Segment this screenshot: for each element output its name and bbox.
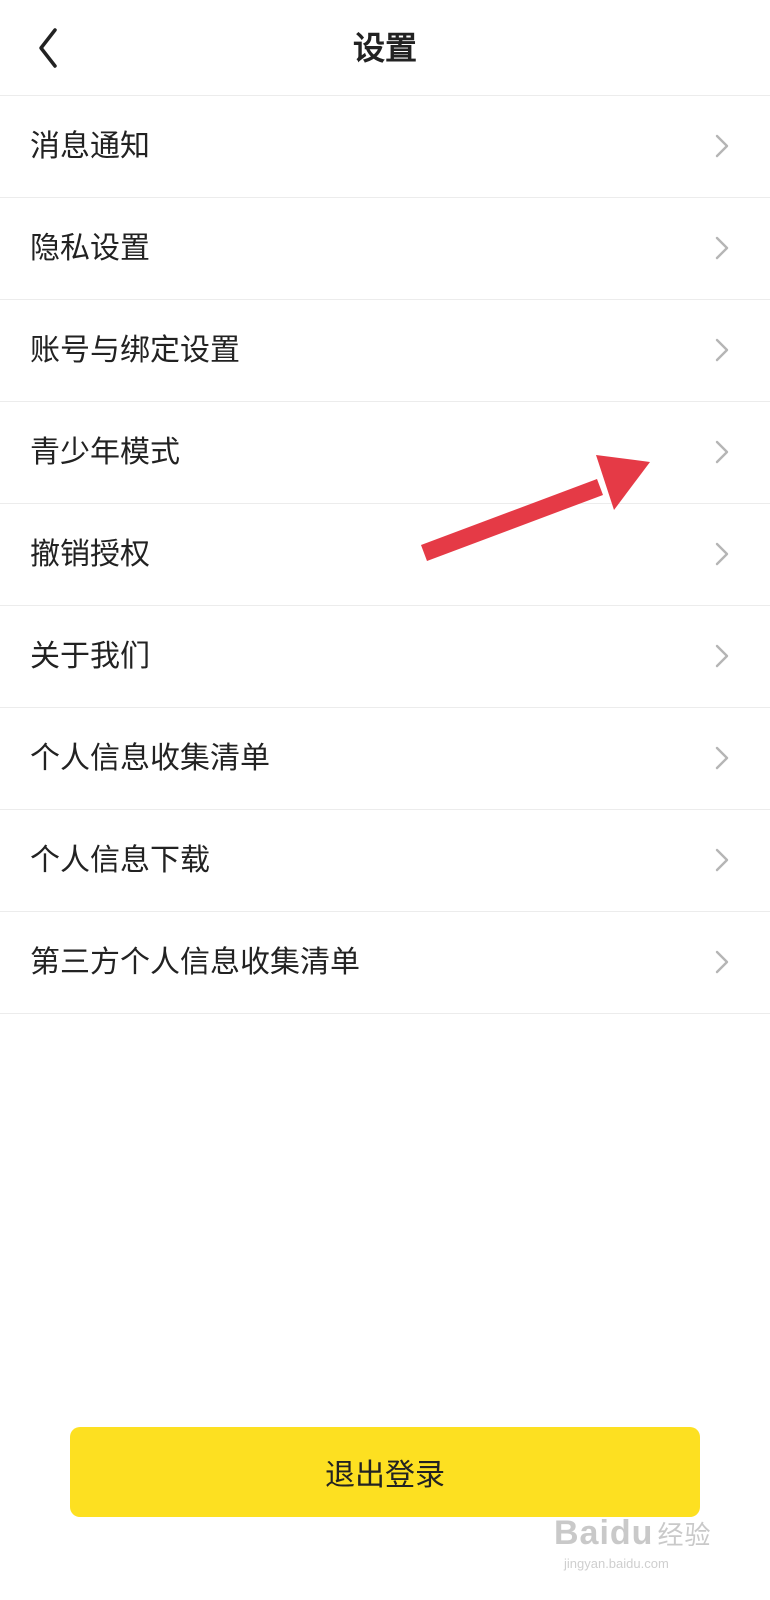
page-title: 设置 — [352, 29, 417, 67]
settings-item-revoke-authorization[interactable]: 撤销授权 — [0, 504, 770, 606]
settings-item-teen-mode[interactable]: 青少年模式 — [0, 402, 770, 504]
chevron-right-icon — [714, 234, 730, 262]
settings-item-account-binding[interactable]: 账号与绑定设置 — [0, 300, 770, 402]
navigation-bar: 设置 — [0, 0, 770, 96]
watermark-brand-cn: 经验 — [657, 1520, 712, 1550]
logout-button[interactable]: 退出登录 — [70, 1427, 700, 1517]
settings-item-notifications[interactable]: 消息通知 — [0, 96, 770, 198]
settings-item-label: 个人信息收集清单 — [30, 741, 270, 776]
settings-item-personal-info-list[interactable]: 个人信息收集清单 — [0, 708, 770, 810]
settings-item-label: 青少年模式 — [30, 435, 180, 470]
chevron-right-icon — [714, 540, 730, 568]
settings-item-label: 消息通知 — [30, 129, 150, 164]
chevron-right-icon — [714, 948, 730, 976]
settings-item-label: 第三方个人信息收集清单 — [30, 945, 360, 980]
settings-list: 消息通知 隐私设置 账号与绑定设置 青少年模式 撤销授权 关于我们 个人信息收集… — [0, 96, 770, 1014]
settings-item-label: 关于我们 — [30, 639, 150, 674]
chevron-right-icon — [714, 642, 730, 670]
chevron-right-icon — [714, 132, 730, 160]
settings-item-personal-info-download[interactable]: 个人信息下载 — [0, 810, 770, 912]
settings-item-privacy[interactable]: 隐私设置 — [0, 198, 770, 300]
watermark: Baidu 经验 jingyan.baidu.com — [554, 1514, 734, 1574]
watermark-url: jingyan.baidu.com — [564, 1556, 669, 1571]
chevron-right-icon — [714, 744, 730, 772]
settings-item-label: 撤销授权 — [30, 537, 150, 572]
settings-item-label: 个人信息下载 — [30, 843, 210, 878]
watermark-brand: Baidu — [554, 1514, 654, 1552]
settings-item-label: 账号与绑定设置 — [30, 333, 240, 368]
watermark-logo: Baidu 经验 — [554, 1514, 711, 1553]
chevron-right-icon — [714, 336, 730, 364]
settings-item-third-party-info-list[interactable]: 第三方个人信息收集清单 — [0, 912, 770, 1014]
chevron-right-icon — [714, 438, 730, 466]
chevron-right-icon — [714, 846, 730, 874]
settings-item-about-us[interactable]: 关于我们 — [0, 606, 770, 708]
settings-item-label: 隐私设置 — [30, 231, 150, 266]
